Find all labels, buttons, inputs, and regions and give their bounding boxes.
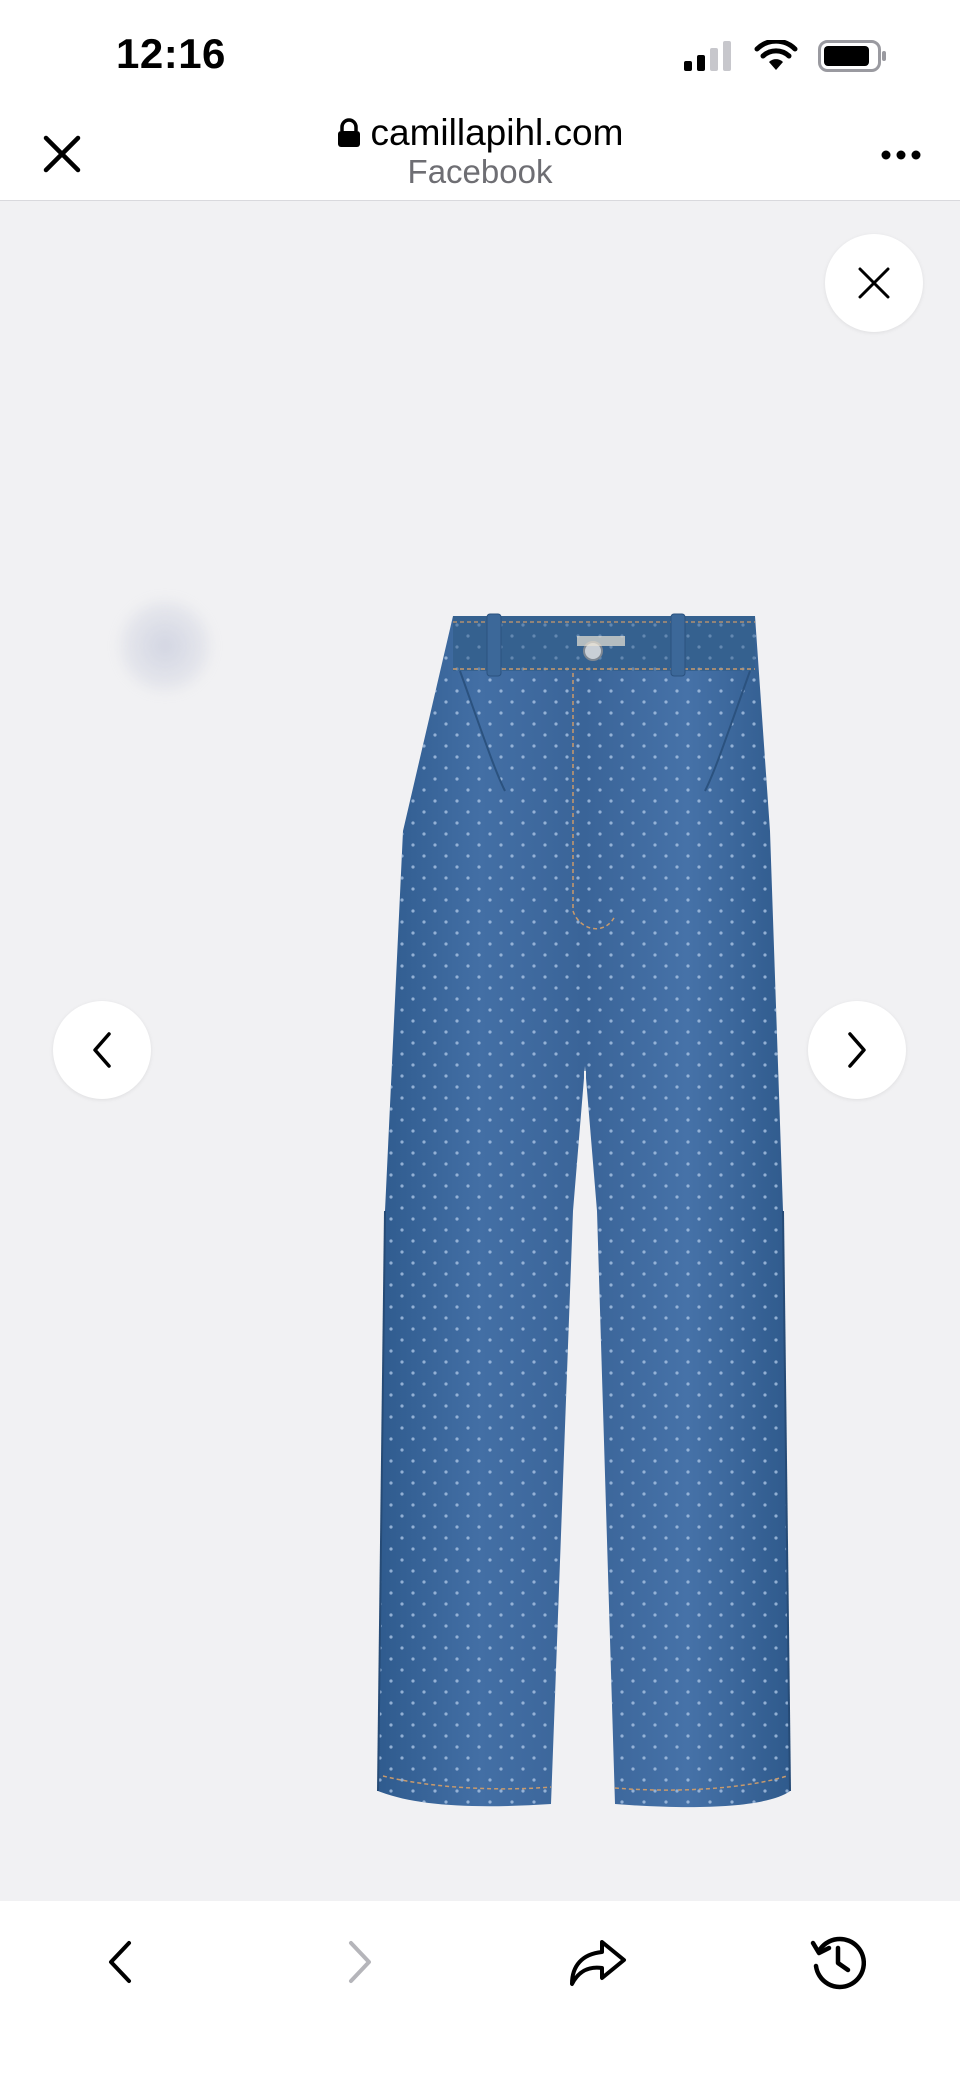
back-button[interactable] bbox=[85, 1927, 155, 1997]
url-block[interactable]: camillapihl.com Facebook bbox=[0, 112, 960, 190]
forward-icon bbox=[349, 1941, 371, 1983]
chevron-left-icon bbox=[93, 1032, 111, 1068]
status-icons bbox=[684, 40, 888, 72]
chevron-right-icon bbox=[848, 1032, 866, 1068]
history-icon bbox=[810, 1936, 867, 1990]
close-icon bbox=[858, 267, 890, 299]
product-image bbox=[377, 613, 791, 1808]
share-button[interactable] bbox=[563, 1927, 633, 1997]
previous-image-button[interactable] bbox=[53, 1001, 151, 1099]
background-blur bbox=[120, 601, 210, 691]
history-button[interactable] bbox=[803, 1927, 873, 1997]
next-image-button[interactable] bbox=[808, 1001, 906, 1099]
back-icon bbox=[109, 1941, 131, 1983]
share-icon bbox=[570, 1940, 626, 1986]
cellular-signal-icon bbox=[684, 41, 731, 71]
gallery-close-button[interactable] bbox=[825, 234, 923, 332]
status-time: 12:16 bbox=[116, 30, 226, 77]
forward-button[interactable] bbox=[325, 1927, 395, 1997]
source-label: Facebook bbox=[407, 153, 553, 190]
lock-icon bbox=[337, 118, 360, 147]
battery-icon bbox=[818, 40, 886, 72]
product-gallery bbox=[0, 201, 960, 1901]
page-domain: camillapihl.com bbox=[370, 112, 624, 153]
bottom-toolbar bbox=[0, 1901, 960, 2077]
browser-header: camillapihl.com Facebook bbox=[0, 110, 960, 201]
wifi-icon bbox=[754, 40, 798, 70]
status-bar: 12:16 bbox=[0, 0, 960, 110]
more-icon[interactable] bbox=[878, 140, 924, 170]
